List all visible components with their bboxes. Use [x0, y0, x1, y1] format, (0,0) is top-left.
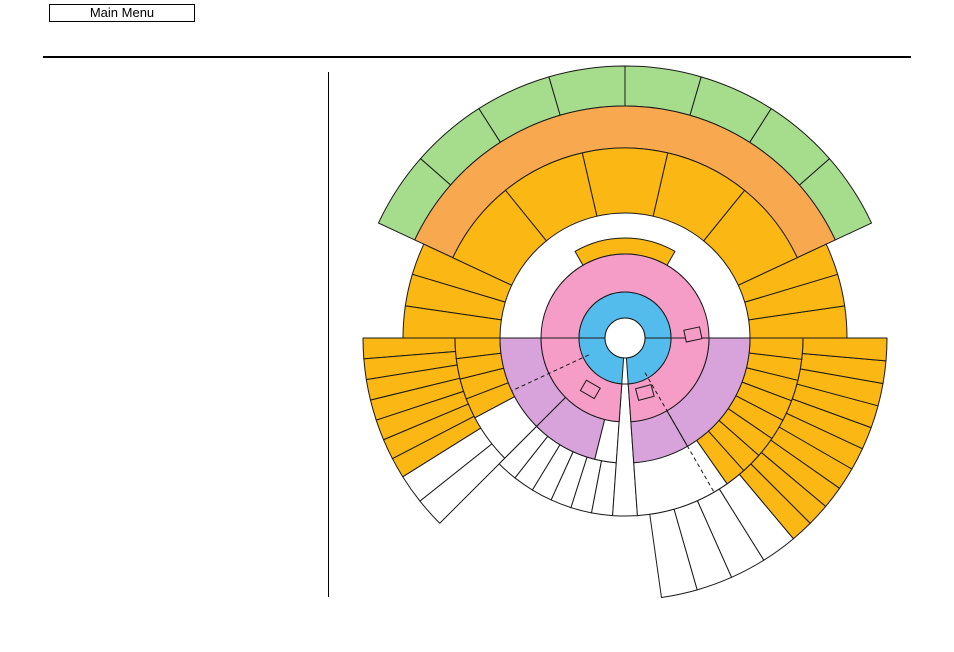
center-hole: [604, 317, 646, 359]
radial-sector-diagram: [362, 65, 888, 598]
mid-yellow-sector: [581, 147, 669, 217]
pink-square-marker: [683, 326, 703, 343]
diagram-sectors: [362, 65, 888, 598]
